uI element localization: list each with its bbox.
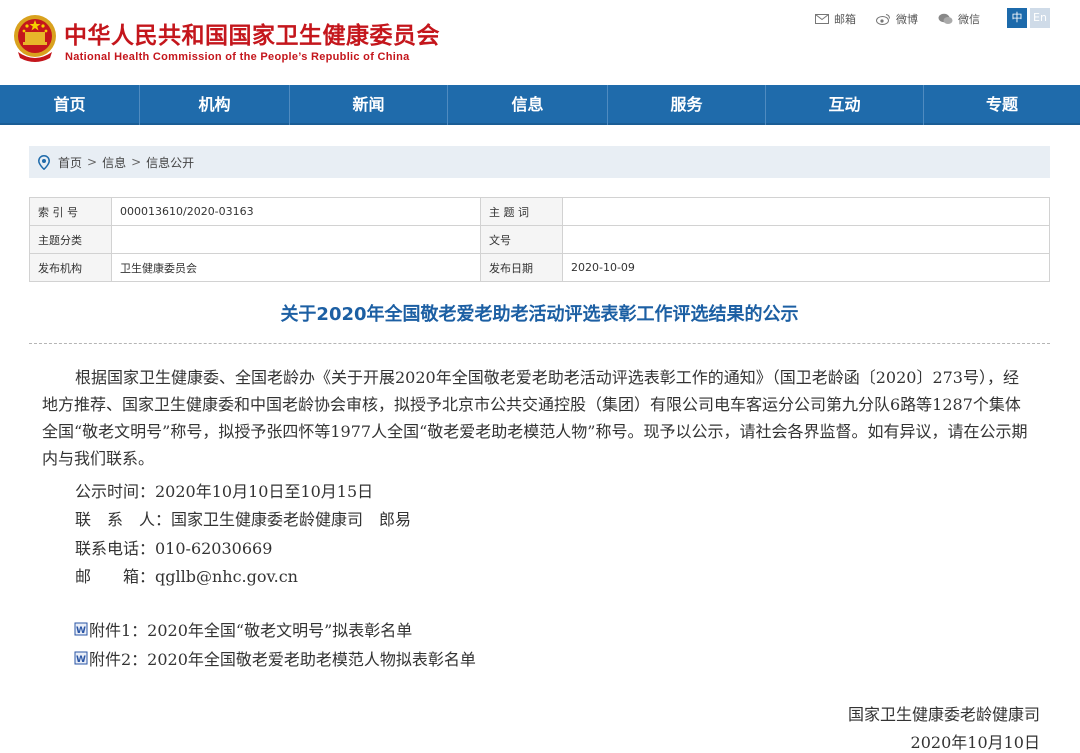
main-nav: 首页 机构 新闻 信息 服务 互动 专题 (0, 85, 1080, 125)
mail-link[interactable]: 邮箱 (815, 11, 856, 27)
keyword-label: 主 题 词 (480, 197, 563, 226)
table-row: 索 引 号 000013610/2020-03163 主 题 词 (29, 197, 1050, 226)
wechat-link[interactable]: 微信 (938, 11, 980, 27)
site-title-en: National Health Commission of the People… (65, 51, 410, 63)
breadcrumb-separator: > (131, 155, 142, 169)
attachment-link-2[interactable]: W 附件2：2020年全国敬老爱老助老模范人物拟表彰名单 (74, 646, 476, 670)
signing-date: 2020年10月10日 (910, 733, 1040, 752)
contact-phone: 联系电话：010-62030669 (75, 539, 273, 558)
lang-en-button[interactable]: En (1030, 8, 1050, 28)
weibo-icon (876, 14, 890, 25)
weibo-link[interactable]: 微博 (876, 11, 918, 27)
nav-service[interactable]: 服务 (608, 85, 766, 125)
keyword-value (562, 197, 1050, 226)
breadcrumb-information[interactable]: 信息 (102, 154, 126, 171)
date-value: 2020-10-09 (562, 253, 1050, 282)
metadata-table: 索 引 号 000013610/2020-03163 主 题 词 主题分类 文号… (29, 197, 1050, 282)
weibo-label: 微博 (896, 13, 918, 26)
contact-email: 邮 箱：qgllb@nhc.gov.cn (75, 567, 298, 586)
docno-label: 文号 (480, 225, 563, 254)
top-links: 邮箱 微博 微信 (815, 10, 1000, 28)
nav-topics[interactable]: 专题 (924, 85, 1080, 125)
word-file-icon: W (74, 651, 88, 665)
attachment-2-label: 附件2：2020年全国敬老爱老助老模范人物拟表彰名单 (89, 650, 476, 669)
site-header: 中华人民共和国国家卫生健康委员会 National Health Commiss… (0, 0, 1080, 85)
date-label: 发布日期 (480, 253, 563, 282)
breadcrumb-home[interactable]: 首页 (58, 154, 82, 171)
org-label: 发布机构 (29, 253, 112, 282)
svg-text:W: W (76, 655, 86, 665)
breadcrumb-disclosure[interactable]: 信息公开 (146, 154, 194, 171)
publicity-period: 公示时间：2020年10月10日至10月15日 (75, 482, 374, 501)
attachment-1-label: 附件1：2020年全国“敬老文明号”拟表彰名单 (89, 621, 413, 640)
article-paragraph: 根据国家卫生健康委、全国老龄办《关于开展2020年全国敬老爱老助老活动评选表彰工… (42, 368, 1028, 468)
nav-news[interactable]: 新闻 (290, 85, 448, 125)
location-pin-icon (38, 154, 50, 170)
category-label: 主题分类 (29, 225, 112, 254)
divider (29, 343, 1050, 344)
contact-person: 联 系 人：国家卫生健康委老龄健康司 郎易 (75, 510, 412, 529)
site-title-cn: 中华人民共和国国家卫生健康委员会 (64, 23, 440, 49)
wechat-label: 微信 (958, 13, 980, 26)
org-value: 卫生健康委员会 (111, 253, 481, 282)
table-row: 发布机构 卫生健康委员会 发布日期 2020-10-09 (29, 253, 1050, 282)
nav-information[interactable]: 信息 (448, 85, 608, 125)
mail-label: 邮箱 (834, 13, 856, 26)
svg-text:W: W (76, 626, 86, 636)
national-emblem-icon (14, 15, 56, 62)
nav-home[interactable]: 首页 (0, 85, 140, 125)
word-file-icon: W (74, 622, 88, 636)
nav-interaction[interactable]: 互动 (766, 85, 924, 125)
docno-value (562, 225, 1050, 254)
index-label: 索 引 号 (29, 197, 112, 226)
table-row: 主题分类 文号 (29, 225, 1050, 254)
signing-organization: 国家卫生健康委老龄健康司 (847, 705, 1040, 724)
category-value (111, 225, 481, 254)
breadcrumb: 首页 > 信息 > 信息公开 (29, 146, 1050, 178)
lang-cn-button[interactable]: 中 (1007, 8, 1027, 28)
attachment-link-1[interactable]: W 附件1：2020年全国“敬老文明号”拟表彰名单 (74, 617, 412, 641)
article-title: 关于2020年全国敬老爱老助老活动评选表彰工作评选结果的公示 (280, 304, 799, 325)
mail-icon (815, 14, 829, 24)
wechat-icon (938, 13, 953, 24)
nav-organization[interactable]: 机构 (140, 85, 290, 125)
breadcrumb-separator: > (87, 155, 98, 169)
index-value: 000013610/2020-03163 (111, 197, 481, 226)
